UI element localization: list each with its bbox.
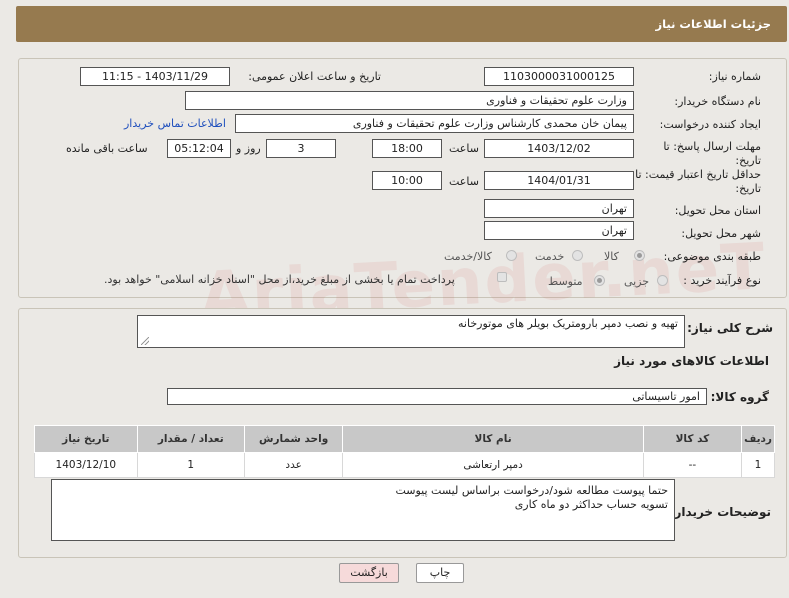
col-unit: واحد شمارش (243, 425, 344, 453)
price-validity-time-field: 10:00 (372, 171, 442, 190)
col-qty: تعداد / مقدار (136, 425, 245, 453)
need-number-label: شماره نیاز: (708, 70, 761, 83)
price-validity-label-line2: تاریخ: (735, 182, 761, 195)
summary-field: تهیه و نصب دمپر بارومتریک بویلر های موتو… (137, 315, 685, 348)
cell-code: -- (642, 452, 743, 478)
province-label: استان محل تحویل: (674, 204, 761, 217)
category-goods-radio[interactable] (634, 250, 645, 261)
deadline-time-label: ساعت (449, 142, 479, 155)
cell-date: 1403/12/10 (34, 452, 138, 478)
cell-unit: عدد (243, 452, 344, 478)
col-date: تاریخ نیاز (34, 425, 138, 453)
col-row: ردیف (741, 425, 775, 453)
deadline-time-field: 18:00 (372, 139, 442, 158)
deadline-label-line2: تاریخ: (735, 154, 761, 167)
col-code: کد کالا (642, 425, 743, 453)
remaining-label: ساعت باقی مانده (66, 142, 148, 155)
price-validity-date-field: 1404/01/31 (484, 171, 634, 190)
page-header: جزئیات اطلاعات نیاز (16, 6, 787, 42)
deadline-date-field: 1403/12/02 (484, 139, 634, 158)
requester-label: ایجاد کننده درخواست: (659, 118, 761, 131)
category-goods-service-radio[interactable] (506, 250, 517, 261)
deadline-label: مهلت ارسال پاسخ: تا (663, 140, 761, 153)
announce-datetime-label: تاریخ و ساعت اعلان عمومی: (248, 70, 381, 83)
cell-name: دمپر ارتعاشی (342, 452, 644, 478)
purchase-medium-radio[interactable] (594, 275, 605, 286)
table-row: 1 -- دمپر ارتعاشی عدد 1 1403/12/10 (34, 452, 775, 478)
treasury-payment-note: پرداخت تمام یا بخشی از مبلغ خرید،از محل … (104, 273, 455, 286)
province-field: تهران (484, 199, 634, 218)
buyer-notes-line: حتما پیوست مطالعه شود/درخواست براساس لیس… (395, 484, 668, 497)
resize-grip-icon[interactable] (141, 337, 149, 345)
summary-text: تهیه و نصب دمپر بارومتریک بویلر های موتو… (458, 317, 678, 330)
summary-label: شرح کلی نیاز: (687, 321, 773, 335)
goods-table: ردیف کد کالا نام کالا واحد شمارش تعداد /… (34, 425, 775, 478)
page-title: جزئیات اطلاعات نیاز (655, 17, 771, 31)
requester-field: پیمان خان محمدی کارشناس وزارت علوم تحقیق… (235, 114, 634, 133)
category-goods-label: کالا (604, 250, 619, 263)
buyer-notes-line: تسویه حساب حداکثر دو ماه کاری (514, 498, 668, 511)
remaining-time-field: 05:12:04 (167, 139, 231, 158)
buyer-notes-label: توضیحات خریدار: (669, 505, 771, 519)
goods-section-title: اطلاعات کالاهای مورد نیاز (614, 354, 769, 368)
cell-row: 1 (741, 452, 775, 478)
category-service-radio[interactable] (572, 250, 583, 261)
back-button[interactable]: بازگشت (339, 563, 399, 583)
price-validity-time-label: ساعت (449, 175, 479, 188)
city-label: شهر محل تحویل: (681, 227, 761, 240)
purchase-type-label: نوع فرآیند خرید : (683, 274, 761, 287)
buyer-org-field: وزارت علوم تحقیقات و فناوری (185, 91, 634, 110)
cell-qty: 1 (136, 452, 245, 478)
treasury-payment-checkbox[interactable] (497, 272, 507, 282)
print-button[interactable]: چاپ (416, 563, 464, 583)
buyer-contact-link[interactable]: اطلاعات تماس خریدار (124, 117, 226, 130)
announce-datetime-field: 1403/11/29 - 11:15 (80, 67, 230, 86)
buyer-notes-field: حتما پیوست مطالعه شود/درخواست براساس لیس… (51, 479, 675, 541)
price-validity-label: حداقل تاریخ اعتبار قیمت: تا (635, 168, 761, 181)
purchase-minor-label: جزیی (624, 275, 650, 288)
purchase-medium-label: متوسط (548, 275, 583, 288)
category-label: طبقه بندی موضوعی: (663, 250, 761, 263)
remaining-days-field: 3 (266, 139, 336, 158)
goods-group-label: گروه کالا: (710, 390, 769, 404)
days-label: روز و (236, 142, 261, 155)
purchase-minor-radio[interactable] (657, 275, 668, 286)
buyer-org-label: نام دستگاه خریدار: (674, 95, 761, 108)
goods-group-field: امور تاسیساتی (167, 388, 707, 405)
category-goods-service-label: کالا/خدمت (444, 250, 492, 263)
col-name: نام کالا (342, 425, 644, 453)
goods-table-header: ردیف کد کالا نام کالا واحد شمارش تعداد /… (34, 425, 775, 453)
need-number-field: 1103000031000125 (484, 67, 634, 86)
city-field: تهران (484, 221, 634, 240)
category-service-label: خدمت (535, 250, 565, 263)
